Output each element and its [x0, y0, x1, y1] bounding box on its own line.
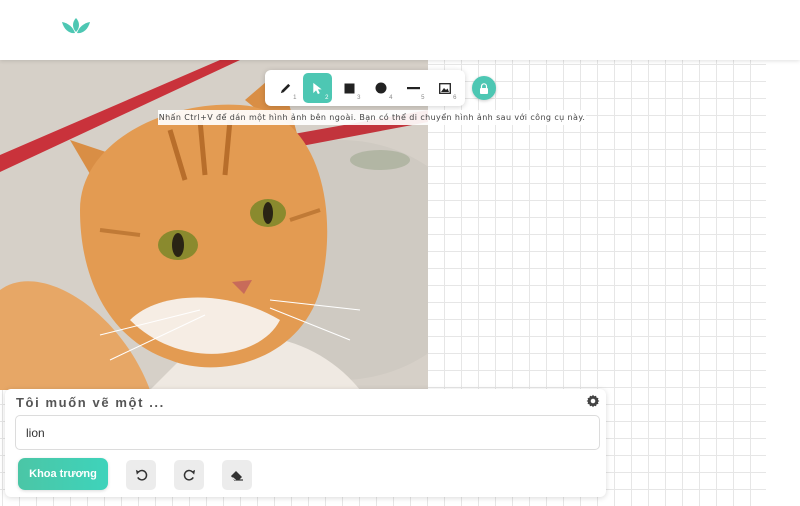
prompt-title: Tôi muốn vẽ một ... — [16, 395, 165, 410]
square-icon — [344, 83, 354, 93]
tool-shortcut: 5 — [421, 95, 425, 101]
tool-rectangle[interactable]: 3 — [335, 73, 364, 103]
lock-icon — [480, 82, 488, 94]
prompt-panel: Tôi muốn vẽ một ... Khoa trương — [5, 389, 606, 497]
generate-button[interactable]: Khoa trương — [18, 458, 108, 490]
tool-shortcut: 3 — [357, 95, 361, 101]
eraser-icon — [231, 471, 243, 481]
canvas-margin — [766, 60, 800, 506]
prompt-input[interactable] — [15, 415, 600, 450]
app-page: 1 2 3 4 5 6 Nhấn Ctrl+V để dán một hình … — [0, 0, 800, 506]
paste-hint: Nhấn Ctrl+V để dán một hình ảnh bên ngoà… — [158, 110, 586, 125]
tool-image[interactable]: 6 — [431, 73, 460, 103]
drawing-toolbar: 1 2 3 4 5 6 — [265, 70, 465, 106]
tool-line[interactable]: 5 — [399, 73, 428, 103]
gear-icon[interactable] — [586, 394, 600, 408]
leaf-logo-icon[interactable] — [58, 14, 94, 38]
tool-pencil[interactable]: 1 — [271, 73, 300, 103]
pointer-icon — [313, 82, 322, 94]
tool-shortcut: 6 — [453, 95, 457, 101]
image-icon — [439, 82, 451, 94]
tool-shortcut: 4 — [389, 95, 393, 101]
clear-button[interactable] — [222, 460, 252, 490]
undo-button[interactable] — [126, 460, 156, 490]
redo-button[interactable] — [174, 460, 204, 490]
tool-shortcut: 2 — [325, 95, 329, 101]
top-header — [0, 0, 800, 60]
redo-icon — [183, 469, 195, 481]
pencil-icon — [280, 83, 290, 93]
line-icon — [406, 87, 420, 90]
circle-icon — [375, 82, 387, 94]
undo-icon — [135, 469, 147, 481]
lock-button[interactable] — [472, 76, 496, 100]
tool-select[interactable]: 2 — [302, 73, 332, 103]
tool-shortcut: 1 — [293, 95, 297, 101]
tool-circle[interactable]: 4 — [367, 73, 396, 103]
